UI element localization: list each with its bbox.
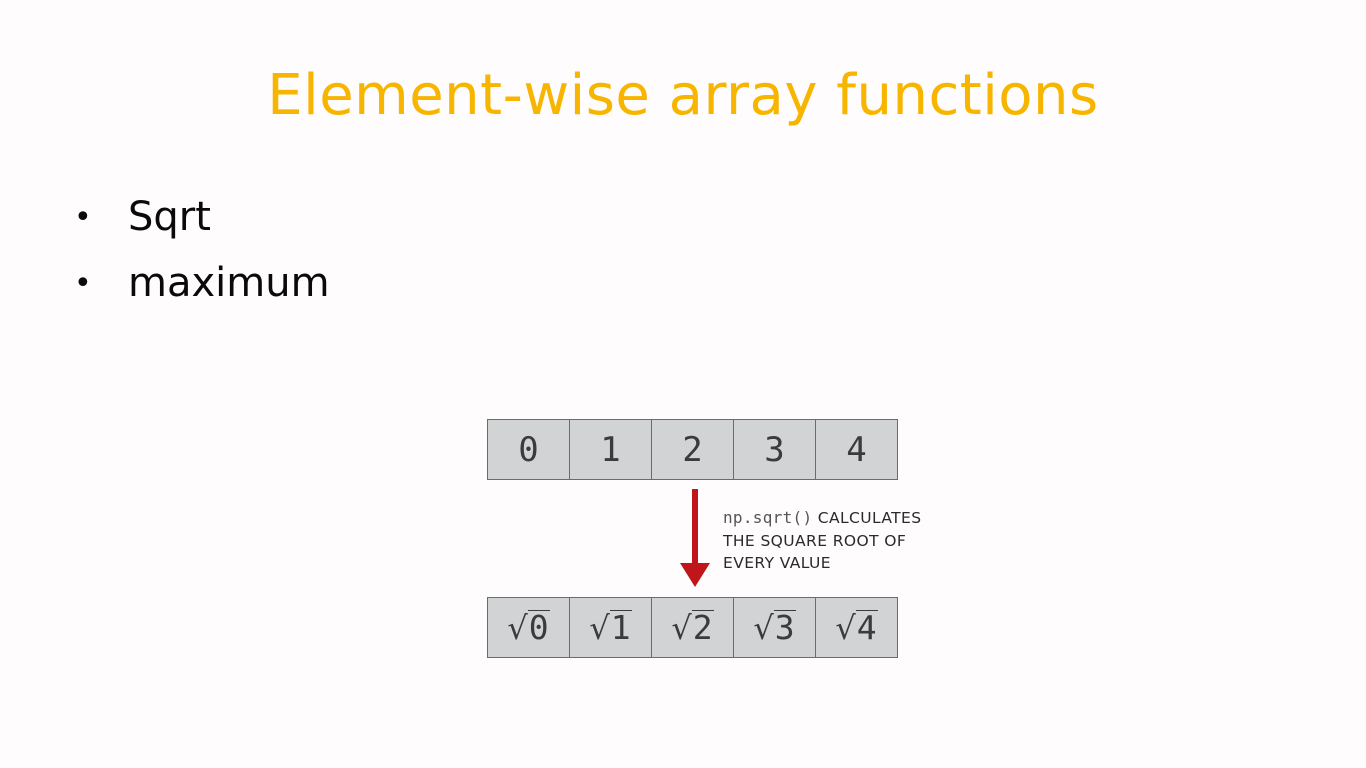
square-root-icon: √ bbox=[507, 608, 528, 647]
output-cell: √ 2 bbox=[652, 598, 734, 657]
square-root-icon: √ bbox=[671, 608, 692, 647]
slide: Element-wise array functions • Sqrt • ma… bbox=[0, 0, 1366, 768]
radicand: 4 bbox=[855, 608, 878, 647]
slide-title: Element-wise array functions bbox=[267, 63, 1099, 128]
caption-line-2: THE SQUARE ROOT OF bbox=[723, 531, 907, 550]
caption-line-1: np.sqrt() CALCULATES bbox=[723, 507, 921, 530]
square-root-icon: √ bbox=[835, 608, 856, 647]
radicand: 1 bbox=[609, 608, 632, 647]
caption-line-3: EVERY VALUE bbox=[723, 554, 831, 572]
radicand: 0 bbox=[527, 608, 550, 647]
output-cell: √ 3 bbox=[734, 598, 816, 657]
output-cell: √ 1 bbox=[570, 598, 652, 657]
caption-line-1-text: CALCULATES bbox=[812, 509, 922, 527]
down-arrow-icon bbox=[680, 489, 710, 587]
bullet-item-sqrt: • Sqrt bbox=[74, 184, 330, 250]
bullet-dot-icon: • bbox=[74, 265, 92, 301]
input-cell: 2 bbox=[652, 420, 734, 479]
bullet-item-maximum: • maximum bbox=[74, 250, 330, 316]
output-array: √ 0 √ 1 √ 2 √ 3 √ 4 bbox=[487, 597, 898, 658]
radicand: 3 bbox=[773, 608, 796, 647]
output-cell: √ 4 bbox=[816, 598, 897, 657]
output-cell: √ 0 bbox=[488, 598, 570, 657]
bullet-list: • Sqrt • maximum bbox=[74, 184, 330, 316]
caption-code: np.sqrt() bbox=[723, 508, 813, 527]
square-root-icon: √ bbox=[753, 608, 774, 647]
input-cell: 3 bbox=[734, 420, 816, 479]
radicand: 2 bbox=[691, 608, 714, 647]
input-cell: 1 bbox=[570, 420, 652, 479]
input-array: 0 1 2 3 4 bbox=[487, 419, 898, 480]
bullet-dot-icon: • bbox=[74, 199, 92, 235]
bullet-text: maximum bbox=[128, 260, 330, 306]
bullet-text: Sqrt bbox=[128, 194, 211, 240]
input-cell: 4 bbox=[846, 429, 867, 470]
input-cell: 0 bbox=[488, 420, 570, 479]
square-root-icon: √ bbox=[589, 608, 610, 647]
arrow-caption: np.sqrt() CALCULATES THE SQUARE ROOT OF … bbox=[723, 507, 921, 575]
